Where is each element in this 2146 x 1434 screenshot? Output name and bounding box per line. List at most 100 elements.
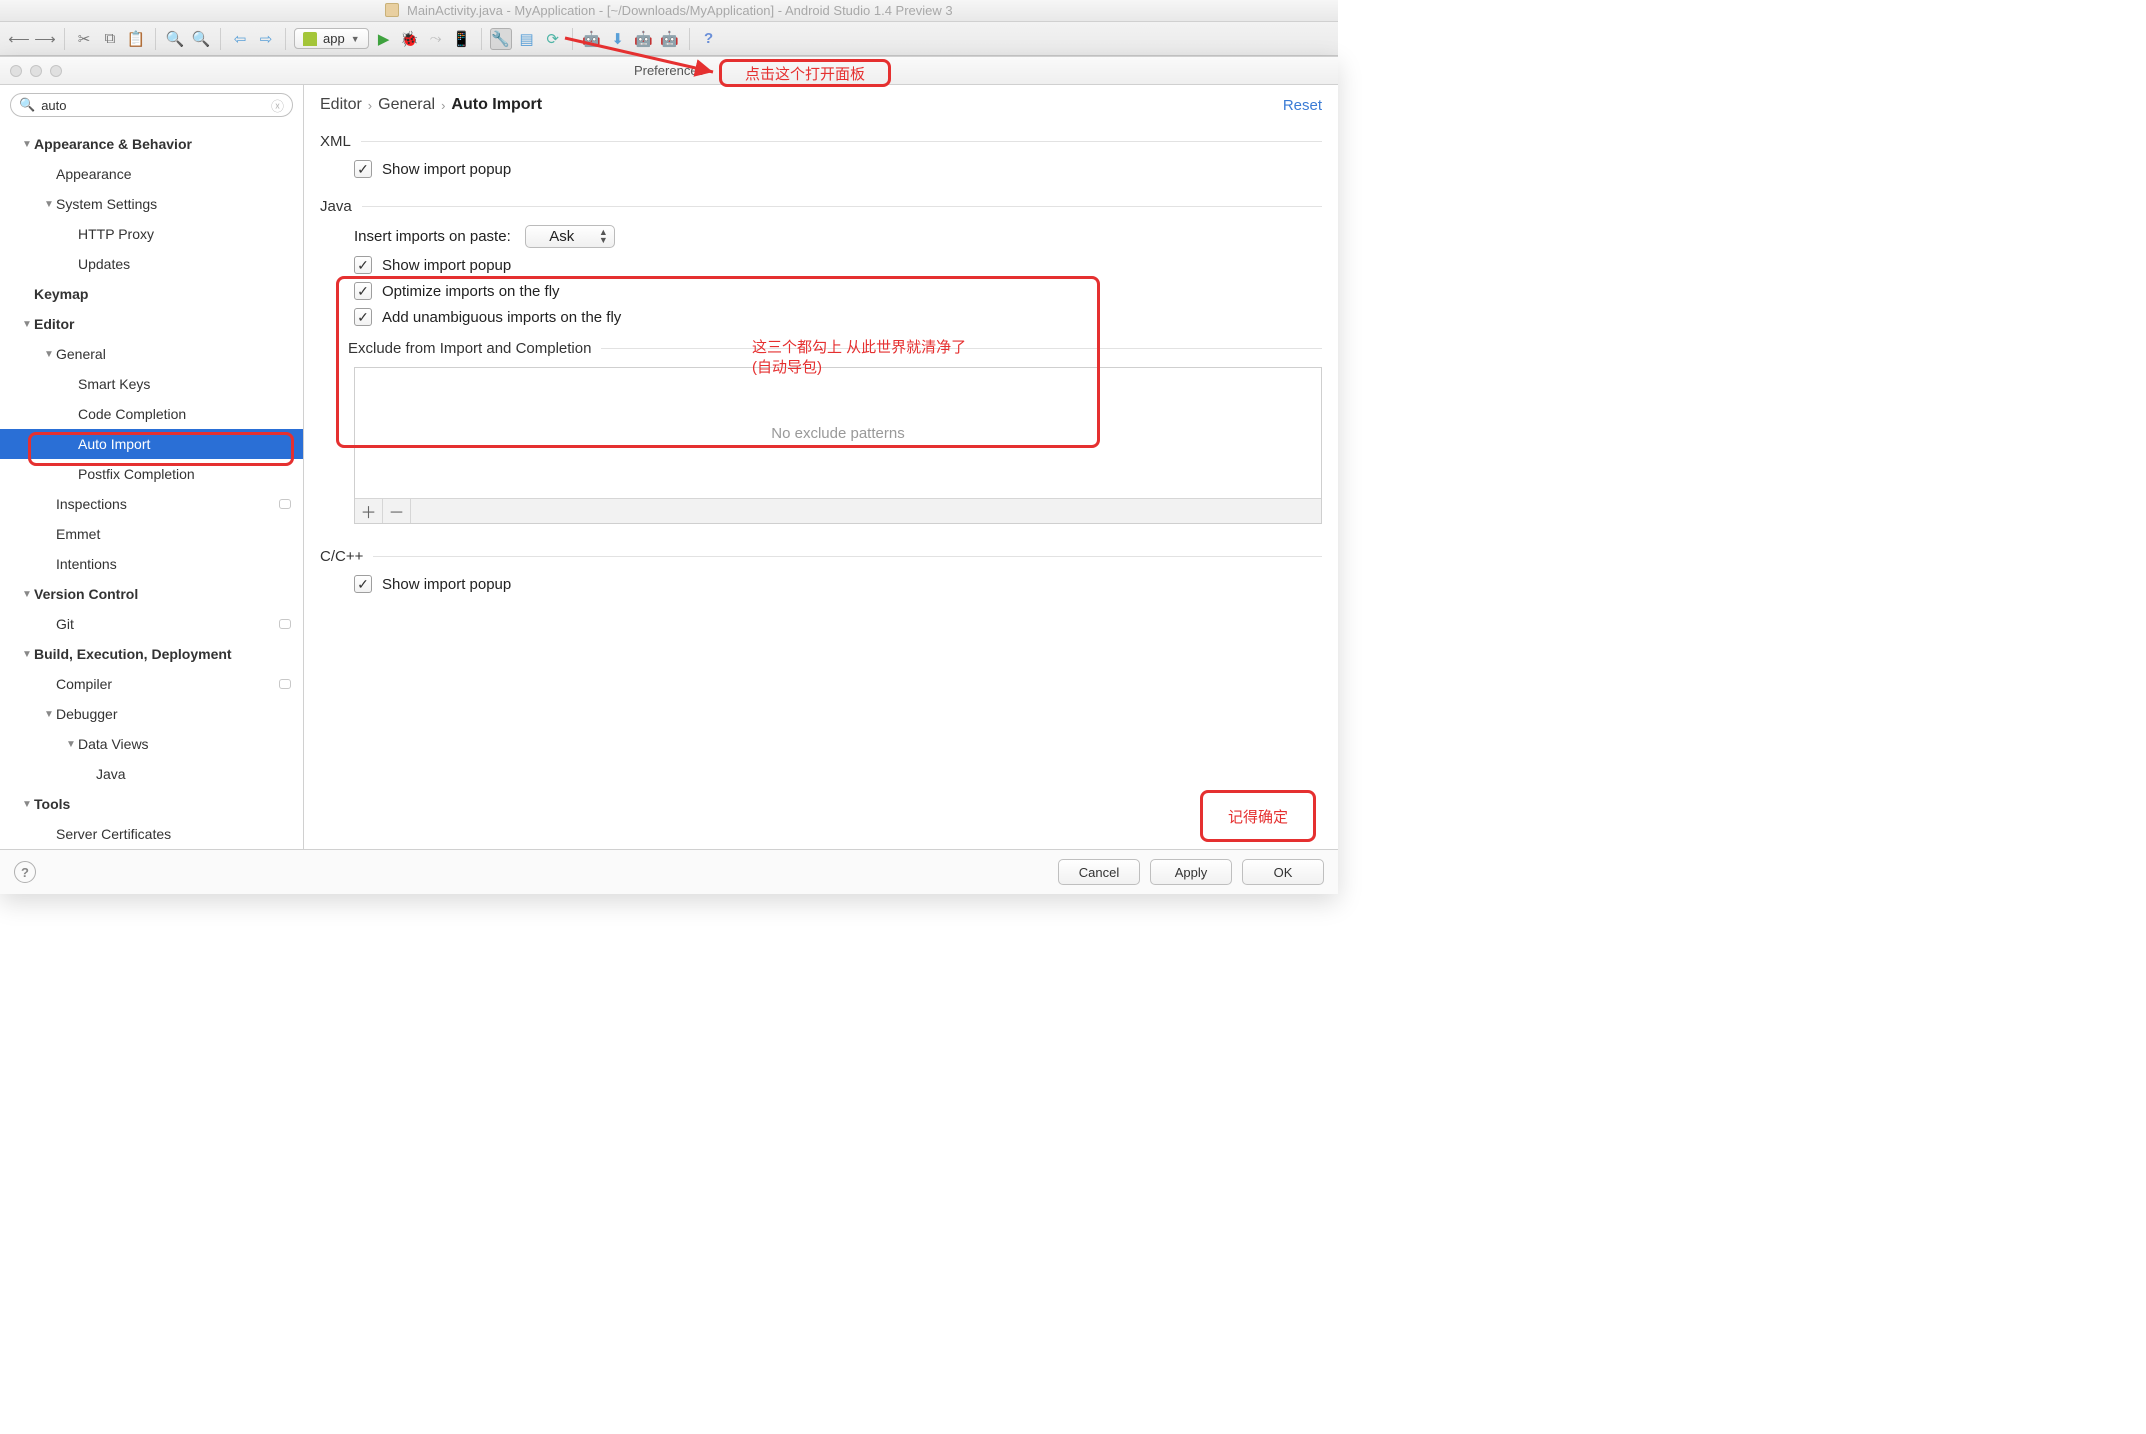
- profiler-icon[interactable]: ⤳: [425, 28, 447, 50]
- ok-button[interactable]: OK: [1242, 859, 1324, 885]
- add-unambiguous-row[interactable]: ✓ Add unambiguous imports on the fly: [354, 308, 1322, 326]
- insert-paste-value: Ask: [549, 228, 574, 245]
- remove-exclude-button[interactable]: －: [383, 499, 411, 523]
- nav-git[interactable]: Git: [0, 609, 303, 639]
- checkbox-checked-icon[interactable]: ✓: [354, 308, 372, 326]
- nav-updates[interactable]: Updates: [0, 249, 303, 279]
- preferences-content-panel: Editor › General › Auto Import Reset XML…: [304, 85, 1338, 849]
- insert-paste-row: Insert imports on paste: Ask ▲▼: [354, 225, 1322, 248]
- android-device-icon[interactable]: 🤖: [659, 28, 681, 50]
- nav-debugger[interactable]: ▼Debugger: [0, 699, 303, 729]
- nav-compiler[interactable]: Compiler: [0, 669, 303, 699]
- checkbox-checked-icon[interactable]: ✓: [354, 282, 372, 300]
- settings-nav-tree[interactable]: ▼Appearance & Behavior Appearance ▼Syste…: [0, 125, 303, 849]
- insert-paste-label: Insert imports on paste:: [354, 228, 511, 245]
- java-file-icon: [385, 3, 399, 17]
- zoom-out-icon[interactable]: 🔍: [190, 28, 212, 50]
- chevron-right-icon: ›: [441, 98, 445, 113]
- exclude-empty-text: No exclude patterns: [355, 368, 1321, 498]
- optimize-fly-row[interactable]: ✓ Optimize imports on the fly: [354, 282, 1322, 300]
- nav-http-proxy[interactable]: HTTP Proxy: [0, 219, 303, 249]
- breadcrumb-editor[interactable]: Editor: [320, 96, 362, 114]
- optimize-fly-label: Optimize imports on the fly: [382, 283, 560, 300]
- back-arrow-icon[interactable]: ⟵: [8, 28, 30, 50]
- nav-build[interactable]: ▼Build, Execution, Deployment: [0, 639, 303, 669]
- sync-icon[interactable]: ⟳: [542, 28, 564, 50]
- debug-icon[interactable]: 🐞: [399, 28, 421, 50]
- nav-server-certificates[interactable]: Server Certificates: [0, 819, 303, 849]
- clear-search-icon[interactable]: ⓧ: [271, 96, 284, 115]
- nav-appearance[interactable]: Appearance: [0, 159, 303, 189]
- ccpp-show-popup-label: Show import popup: [382, 576, 511, 593]
- nav-data-views[interactable]: ▼Data Views: [0, 729, 303, 759]
- breadcrumb-current: Auto Import: [451, 96, 542, 114]
- nav-intentions[interactable]: Intentions: [0, 549, 303, 579]
- device-icon[interactable]: 📱: [451, 28, 473, 50]
- settings-content: XML ✓ Show import popup Java Insert impo…: [304, 125, 1338, 849]
- xml-group-header: XML: [320, 133, 1322, 150]
- settings-wrench-icon[interactable]: 🔧: [490, 28, 512, 50]
- forward-arrow-icon[interactable]: ⟶: [34, 28, 56, 50]
- run-config-select[interactable]: app ▼: [294, 28, 369, 49]
- cut-icon[interactable]: ✂: [73, 28, 95, 50]
- android-icon: [303, 32, 317, 46]
- java-show-popup-row[interactable]: ✓ Show import popup: [354, 256, 1322, 274]
- exclude-list-box: No exclude patterns ＋ －: [354, 367, 1322, 524]
- footer-help-icon[interactable]: ?: [14, 861, 36, 883]
- add-unambiguous-label: Add unambiguous imports on the fly: [382, 309, 621, 326]
- help-icon[interactable]: ?: [698, 28, 720, 50]
- preferences-window: Preferences 🔍 ⓧ ▼Appearance & Behavior A…: [0, 56, 1338, 894]
- nav-keymap[interactable]: Keymap: [0, 279, 303, 309]
- preferences-footer: ? Cancel Apply OK: [0, 850, 1338, 894]
- nav-editor[interactable]: ▼Editor: [0, 309, 303, 339]
- chevron-down-icon: ▼: [351, 34, 360, 44]
- project-structure-icon[interactable]: ▤: [516, 28, 538, 50]
- nav-postfix-completion[interactable]: Postfix Completion: [0, 459, 303, 489]
- nav-back-icon[interactable]: ⇦: [229, 28, 251, 50]
- android-monitor-icon[interactable]: 🤖: [633, 28, 655, 50]
- nav-appearance-behavior[interactable]: ▼Appearance & Behavior: [0, 129, 303, 159]
- nav-version-control[interactable]: ▼Version Control: [0, 579, 303, 609]
- run-config-label: app: [323, 31, 345, 46]
- java-show-popup-label: Show import popup: [382, 257, 511, 274]
- window-title: MainActivity.java - MyApplication - [~/D…: [407, 3, 953, 18]
- nav-inspections[interactable]: Inspections: [0, 489, 303, 519]
- xml-show-popup-row[interactable]: ✓ Show import popup: [354, 160, 1322, 178]
- settings-breadcrumb: Editor › General › Auto Import Reset: [304, 85, 1338, 125]
- nav-java[interactable]: Java: [0, 759, 303, 789]
- avd-icon[interactable]: 🤖: [581, 28, 603, 50]
- select-arrows-icon: ▲▼: [599, 228, 608, 244]
- add-exclude-button[interactable]: ＋: [355, 499, 383, 523]
- search-input-wrapper[interactable]: 🔍 ⓧ: [10, 93, 293, 117]
- checkbox-checked-icon[interactable]: ✓: [354, 160, 372, 178]
- nav-system-settings[interactable]: ▼System Settings: [0, 189, 303, 219]
- apply-button[interactable]: Apply: [1150, 859, 1232, 885]
- paste-icon[interactable]: 📋: [125, 28, 147, 50]
- nav-emmet[interactable]: Emmet: [0, 519, 303, 549]
- chevron-right-icon: ›: [368, 98, 372, 113]
- nav-auto-import[interactable]: Auto Import: [0, 429, 303, 459]
- preferences-sidebar: 🔍 ⓧ ▼Appearance & Behavior Appearance ▼S…: [0, 85, 304, 849]
- run-icon[interactable]: ▶: [373, 28, 395, 50]
- zoom-in-icon[interactable]: 🔍: [164, 28, 186, 50]
- app-titlebar: MainActivity.java - MyApplication - [~/D…: [0, 0, 1338, 22]
- ccpp-show-popup-row[interactable]: ✓ Show import popup: [354, 575, 1322, 593]
- preferences-titlebar: Preferences: [0, 57, 1338, 85]
- copy-icon[interactable]: ⧉: [99, 28, 121, 50]
- reset-link[interactable]: Reset: [1283, 97, 1322, 114]
- traffic-lights[interactable]: [10, 65, 62, 77]
- insert-paste-select[interactable]: Ask ▲▼: [525, 225, 615, 248]
- ccpp-group-header: C/C++: [320, 548, 1322, 565]
- cancel-button[interactable]: Cancel: [1058, 859, 1140, 885]
- annotation-check-three-text-b: (自动导包): [752, 356, 822, 377]
- search-input[interactable]: [41, 98, 265, 113]
- nav-tools[interactable]: ▼Tools: [0, 789, 303, 819]
- breadcrumb-general[interactable]: General: [378, 96, 435, 114]
- nav-smart-keys[interactable]: Smart Keys: [0, 369, 303, 399]
- checkbox-checked-icon[interactable]: ✓: [354, 256, 372, 274]
- sdk-icon[interactable]: ⬇: [607, 28, 629, 50]
- nav-general[interactable]: ▼General: [0, 339, 303, 369]
- nav-code-completion[interactable]: Code Completion: [0, 399, 303, 429]
- nav-forward-icon[interactable]: ⇨: [255, 28, 277, 50]
- checkbox-checked-icon[interactable]: ✓: [354, 575, 372, 593]
